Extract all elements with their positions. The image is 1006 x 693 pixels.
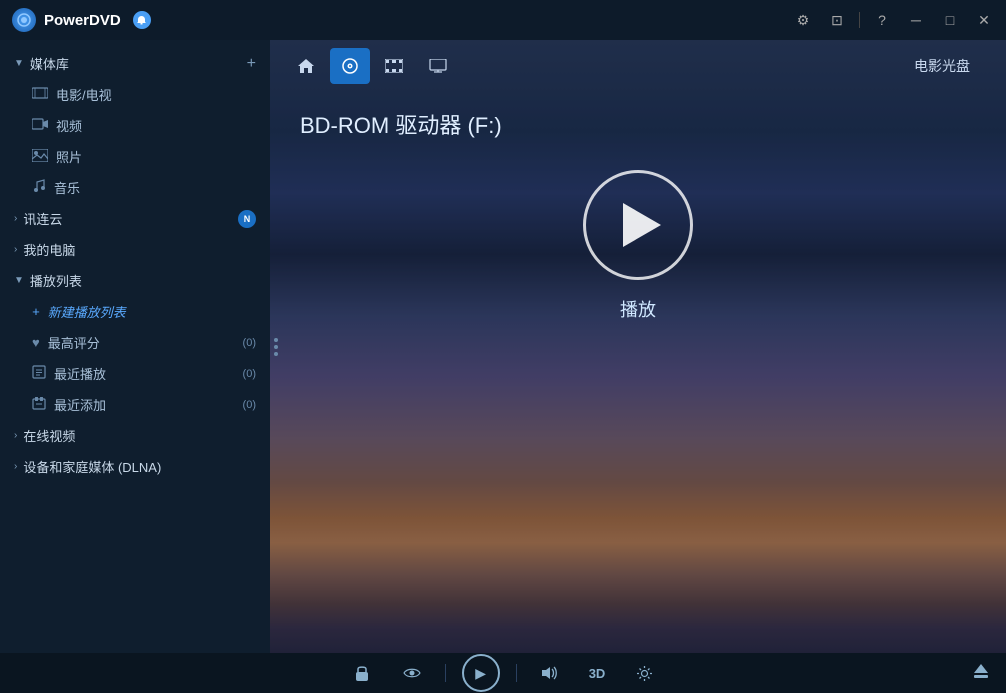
content-area: 电影光盘 BD-ROM 驱动器 (F:) 播放: [270, 40, 1006, 653]
bottom-separator-1: [445, 664, 446, 682]
media-library-label: 媒体库: [30, 54, 247, 73]
dot-1: [274, 338, 278, 342]
arrow-right-icon-2: ›: [14, 244, 17, 255]
top-rated-label: 最高评分: [48, 333, 100, 352]
arrow-right-icon: ›: [14, 213, 17, 224]
toolbar-tv-button[interactable]: [418, 48, 458, 84]
toolbar-home-button[interactable]: [286, 48, 326, 84]
sidebar-item-my-pc[interactable]: › 我的电脑: [0, 234, 270, 265]
music-icon: [32, 179, 46, 196]
sidebar-item-dlna[interactable]: › 设备和家庭媒体 (DLNA): [0, 451, 270, 482]
close-button[interactable]: ✕: [970, 6, 998, 34]
bottom-eject-button[interactable]: [972, 663, 990, 684]
sidebar-item-top-rated[interactable]: ♥ 最高评分 (0): [0, 327, 270, 358]
maximize-button[interactable]: □: [936, 6, 964, 34]
sidebar-item-music[interactable]: 音乐: [0, 172, 270, 203]
help-button[interactable]: ?: [868, 6, 896, 34]
sidebar-item-xunlei[interactable]: › 讯连云 N: [0, 203, 270, 234]
screen-button[interactable]: ⊡: [823, 6, 851, 34]
toolbar-title: 电影光盘: [914, 56, 970, 76]
video-icon: [32, 118, 48, 133]
new-playlist-label: 新建播放列表: [48, 302, 126, 321]
app-logo: PowerDVD: [12, 8, 151, 32]
divider: [859, 12, 860, 28]
movies-tv-icon: [32, 87, 48, 102]
toolbar-film-button[interactable]: [374, 48, 414, 84]
recently-added-icon: [32, 396, 46, 413]
bottom-volume-button[interactable]: [533, 656, 567, 690]
recent-played-label: 最近播放: [54, 364, 106, 383]
sidebar-item-media-library[interactable]: ▼ 媒体库 +: [0, 48, 270, 79]
sidebar-item-video[interactable]: 视频: [0, 110, 270, 141]
recently-added-label: 最近添加: [54, 395, 106, 414]
bottom-separator-2: [516, 664, 517, 682]
photos-icon: [32, 149, 48, 165]
sidebar-item-online-video[interactable]: › 在线视频: [0, 420, 270, 451]
sidebar: ▼ 媒体库 + 电影/电视 视频: [0, 40, 270, 653]
add-media-button[interactable]: +: [247, 55, 256, 73]
logo-icon: [12, 8, 36, 32]
sidebar-item-recently-added[interactable]: 最近添加 (0): [0, 389, 270, 420]
recent-played-count: (0): [243, 368, 256, 380]
play-label: 播放: [300, 296, 976, 322]
play-triangle-icon: [623, 203, 661, 247]
dot-3: [274, 352, 278, 356]
arrow-down-icon: ▼: [14, 58, 24, 69]
online-video-label: 在线视频: [23, 426, 256, 445]
settings-button[interactable]: ⚙: [789, 6, 817, 34]
sidebar-collapse-handle[interactable]: [270, 330, 282, 364]
play-disc-button[interactable]: [583, 170, 693, 280]
heart-icon: ♥: [32, 335, 40, 350]
music-label: 音乐: [54, 178, 80, 197]
drive-content: BD-ROM 驱动器 (F:) 播放: [270, 92, 1006, 338]
bottom-play-button[interactable]: ▶: [462, 654, 500, 692]
bottom-3d-button[interactable]: 3D: [583, 662, 612, 685]
xunlei-badge: N: [238, 210, 256, 228]
arrow-right-icon-3: ›: [14, 430, 17, 441]
playlist-label: 播放列表: [30, 271, 256, 290]
bottom-bar: ▶ 3D: [0, 653, 1006, 693]
dot-2: [274, 345, 278, 349]
dlna-label: 设备和家庭媒体 (DLNA): [23, 457, 256, 476]
bottom-settings-button[interactable]: [627, 656, 661, 690]
title-bar-controls: ⚙ ⊡ ? ─ □ ✕: [789, 0, 998, 40]
add-playlist-icon: +: [32, 304, 40, 319]
recently-added-count: (0): [243, 399, 256, 411]
sidebar-item-playlist[interactable]: ▼ 播放列表: [0, 265, 270, 296]
photos-label: 照片: [56, 147, 82, 166]
bottom-eye-button[interactable]: [395, 656, 429, 690]
recent-played-icon: [32, 365, 46, 382]
xunlei-label: 讯连云: [23, 209, 238, 228]
sidebar-item-movies-tv[interactable]: 电影/电视: [0, 79, 270, 110]
drive-title: BD-ROM 驱动器 (F:): [300, 108, 976, 140]
notification-bell[interactable]: [133, 11, 151, 29]
sidebar-item-recent-played[interactable]: 最近播放 (0): [0, 358, 270, 389]
app-title: PowerDVD: [44, 12, 121, 29]
movies-tv-label: 电影/电视: [56, 85, 112, 104]
minimize-button[interactable]: ─: [902, 6, 930, 34]
content-toolbar: 电影光盘: [270, 40, 1006, 92]
top-rated-count: (0): [243, 337, 256, 349]
arrow-right-icon-4: ›: [14, 461, 17, 472]
title-bar: PowerDVD ⚙ ⊡ ? ─ □ ✕: [0, 0, 1006, 40]
sidebar-item-new-playlist[interactable]: + 新建播放列表: [0, 296, 270, 327]
video-label: 视频: [56, 116, 82, 135]
my-pc-label: 我的电脑: [23, 240, 256, 259]
bottom-lock-button[interactable]: [345, 656, 379, 690]
toolbar-disc-button[interactable]: [330, 48, 370, 84]
arrow-down-icon-2: ▼: [14, 275, 24, 286]
sidebar-item-photos[interactable]: 照片: [0, 141, 270, 172]
main-layout: ▼ 媒体库 + 电影/电视 视频: [0, 40, 1006, 653]
